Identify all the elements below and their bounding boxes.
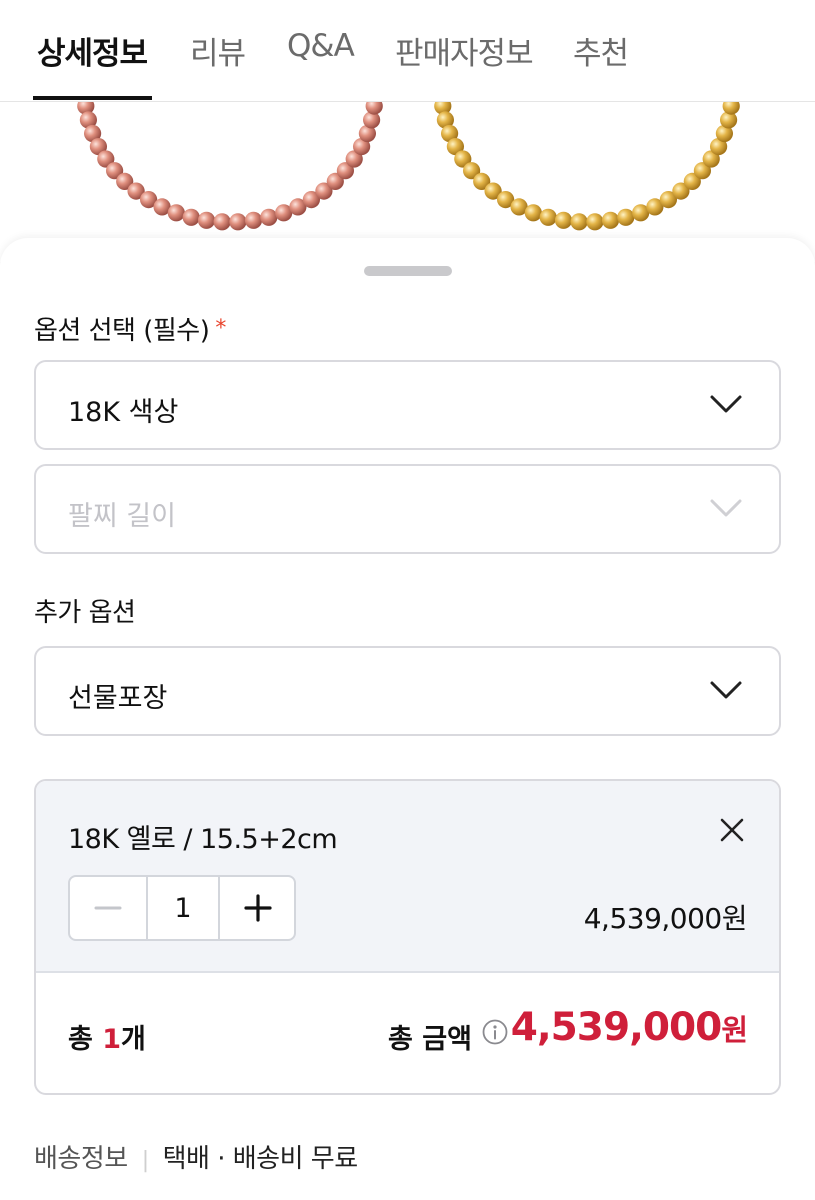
total-count-prefix: 총 [68,1024,103,1055]
bracelet-bead [601,211,620,229]
bracelet-bead [244,211,263,229]
extra-options-label: 추가 옵션 [34,598,136,628]
chevron-down-icon [710,499,742,517]
bracelet-bead [213,213,231,231]
bracelet-bead [182,208,200,226]
total-amount: 4,539,000원 [510,1005,748,1050]
color-select[interactable]: 18K 색상 [34,360,781,450]
decrease-button[interactable] [70,877,146,939]
bracelet-bead [539,208,557,226]
shipping-info: 배송정보 | 택배 · 배송비 무료 [34,1138,358,1175]
selected-item-row: 18K 옐로 / 15.5+2cm 1 4,539,000원 [36,781,779,973]
bracelet-length-select[interactable]: 팔찌 길이 [34,464,781,554]
gift-wrap-select[interactable]: 선물포장 [34,646,781,736]
info-icon[interactable] [482,1019,508,1045]
selected-item-card: 18K 옐로 / 15.5+2cm 1 4,539,000원 총 1개 총 금액… [34,779,781,1095]
close-icon[interactable] [719,817,745,843]
bracelet-bead [524,204,542,222]
bracelet-bead [229,213,247,231]
tab-review[interactable]: 리뷰 [190,28,246,73]
required-options-text: 옵션 선택 (필수) [34,316,210,346]
shipping-label: 배송정보 [34,1144,128,1174]
rose-gold-bracelet [77,102,383,231]
bracelet-bead [197,211,216,229]
bracelet-bead [570,213,588,231]
total-count-suffix: 개 [121,1024,146,1055]
total-count: 총 1개 [68,1017,146,1056]
detail-tab-bar: 상세정보 리뷰 Q&A 판매자정보 추천 [0,0,815,102]
shipping-value: 택배 · 배송비 무료 [162,1144,359,1174]
bracelet-bead [260,208,278,226]
bracelet-bead [554,211,573,229]
required-star: * [215,316,226,341]
tab-detail-info[interactable]: 상세정보 [37,28,148,73]
quantity-value[interactable]: 1 [146,877,218,939]
bracelet-bead [617,208,635,226]
total-count-number: 1 [102,1024,122,1055]
total-amount-unit: 원 [721,1013,748,1047]
tab-qna[interactable]: Q&A [287,28,355,64]
chevron-down-icon [710,681,742,699]
required-options-label: 옵션 선택 (필수) * [34,310,226,347]
tab-recommend[interactable]: 추천 [573,28,629,73]
bracelet-bead [167,204,185,222]
bracelet-bead [586,213,604,231]
total-amount-number: 4,539,000 [510,1005,723,1050]
shipping-separator: | [141,1148,149,1173]
option-bottom-sheet: 옵션 선택 (필수) * 18K 색상 팔찌 길이 추가 옵션 선물포장 18K … [0,238,815,1200]
selected-item-name: 18K 옐로 / 15.5+2cm [68,824,338,855]
color-select-value: 18K 색상 [68,397,179,428]
item-price: 4,539,000원 [583,902,748,935]
tab-seller-info[interactable]: 판매자정보 [395,28,534,73]
quantity-stepper: 1 [68,875,296,941]
minus-icon [94,906,122,910]
yellow-gold-bracelet [434,102,740,231]
active-tab-indicator [33,96,152,100]
chevron-down-icon [710,395,742,413]
plus-icon [244,894,272,922]
total-amount-label: 총 금액 [388,1024,472,1055]
gift-wrap-select-value: 선물포장 [68,683,168,714]
bracelet-length-placeholder: 팔찌 길이 [68,501,176,532]
increase-button[interactable] [218,877,294,939]
sheet-drag-handle[interactable] [364,266,452,276]
